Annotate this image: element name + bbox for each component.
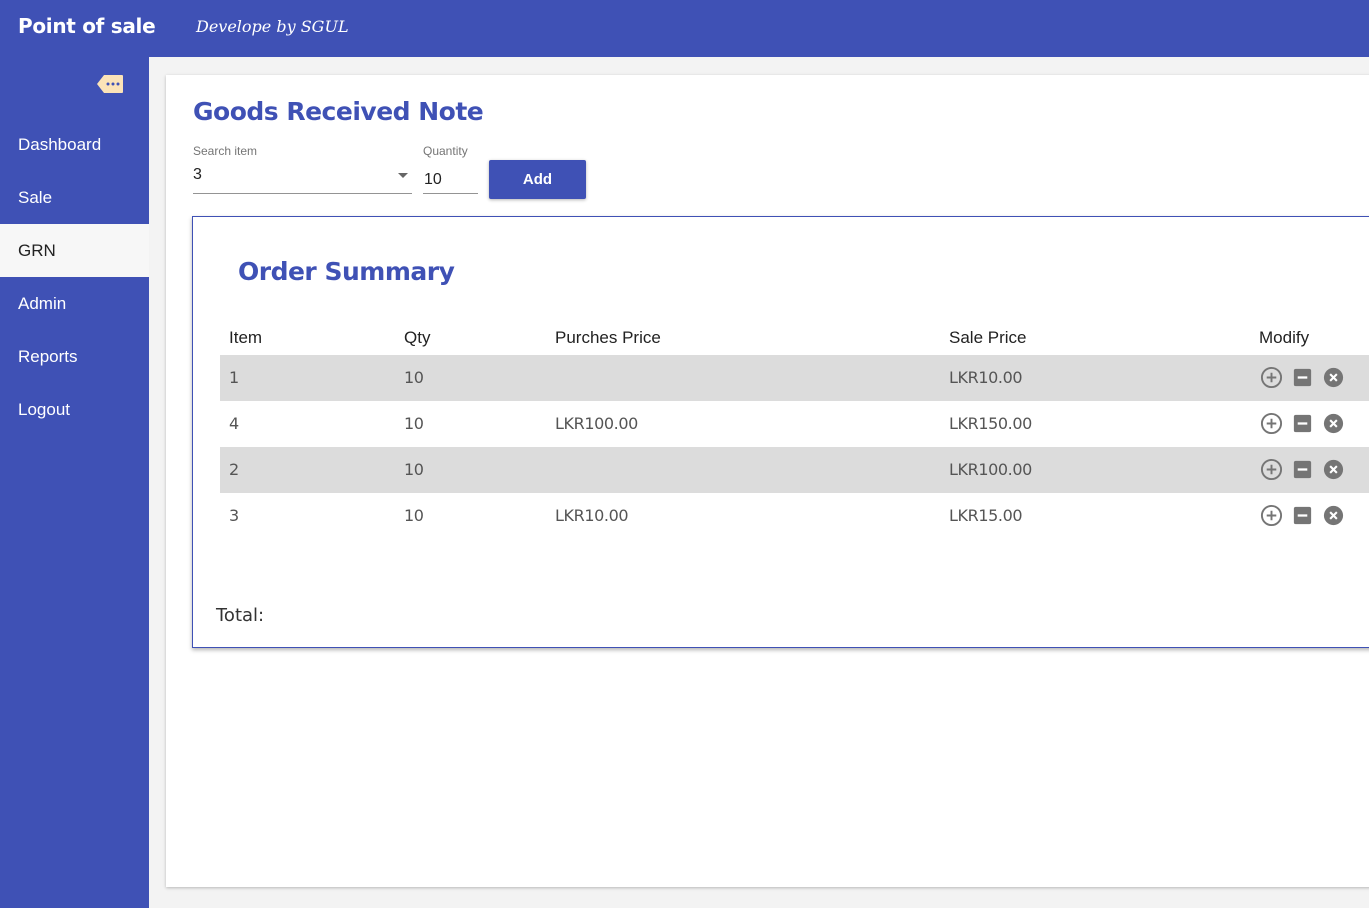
purchase-price-cell: LKR100.00 <box>555 414 638 433</box>
search-item-label: Search item <box>193 144 258 158</box>
add-button[interactable]: Add <box>489 160 586 199</box>
purchase-price-cell: LKR10.00 <box>555 506 629 525</box>
order-summary-card: Order Summary Item Qty Purches Price Sal… <box>192 216 1369 648</box>
table-row: 2 10 LKR100.00 <box>220 447 1369 493</box>
sale-price-cell: LKR10.00 <box>949 368 1023 387</box>
sidebar-item-logout[interactable]: Logout <box>0 383 149 436</box>
add-quantity-icon[interactable] <box>1260 458 1283 481</box>
delete-item-icon[interactable] <box>1322 412 1345 435</box>
page-title: Goods Received Note <box>193 97 484 126</box>
remove-quantity-icon[interactable] <box>1291 504 1314 527</box>
app-title: Point of sale <box>18 14 156 38</box>
total-label: Total: <box>216 605 265 626</box>
sidebar-item-dashboard[interactable]: Dashboard <box>0 118 149 171</box>
add-quantity-icon[interactable] <box>1260 412 1283 435</box>
qty-cell: 10 <box>404 368 424 387</box>
delete-item-icon[interactable] <box>1322 504 1345 527</box>
item-cell: 4 <box>229 414 239 433</box>
table-row: 3 10 LKR10.00 LKR15.00 <box>220 493 1369 539</box>
table-row: 4 10 LKR100.00 LKR150.00 <box>220 401 1369 447</box>
remove-quantity-icon[interactable] <box>1291 458 1314 481</box>
remove-quantity-icon[interactable] <box>1291 412 1314 435</box>
table-row: 1 10 LKR10.00 <box>220 355 1369 401</box>
order-summary-title: Order Summary <box>238 257 455 286</box>
sidebar-item-admin[interactable]: Admin <box>0 277 149 330</box>
column-header-modify: Modify <box>1259 328 1310 347</box>
add-quantity-icon[interactable] <box>1260 366 1283 389</box>
qty-cell: 10 <box>404 460 424 479</box>
sale-price-cell: LKR150.00 <box>949 414 1032 433</box>
sidebar-item-sale[interactable]: Sale <box>0 171 149 224</box>
column-header-qty: Qty <box>404 328 431 347</box>
qty-cell: 10 <box>404 506 424 525</box>
sidebar-item-reports[interactable]: Reports <box>0 330 149 383</box>
remove-quantity-icon[interactable] <box>1291 366 1314 389</box>
label-more-icon <box>97 75 123 93</box>
delete-item-icon[interactable] <box>1322 366 1345 389</box>
sidebar: Dashboard Sale GRN Admin Reports Logout <box>0 57 149 908</box>
sidebar-item-grn[interactable]: GRN <box>0 224 149 277</box>
column-header-sale-price: Sale Price <box>949 328 1027 347</box>
add-quantity-icon[interactable] <box>1260 504 1283 527</box>
collapse-sidebar-button[interactable] <box>96 74 124 94</box>
top-app-bar: Point of sale Develope by SGUL <box>0 0 1369 57</box>
item-cell: 1 <box>229 368 239 387</box>
dropdown-arrow-icon <box>398 173 408 178</box>
item-cell: 2 <box>229 460 239 479</box>
search-item-value: 3 <box>193 166 202 183</box>
quantity-label: Quantity <box>423 144 468 158</box>
sale-price-cell: LKR15.00 <box>949 506 1023 525</box>
item-cell: 3 <box>229 506 239 525</box>
column-header-purchase-price: Purches Price <box>555 328 661 347</box>
quantity-input[interactable] <box>423 160 478 194</box>
column-header-item: Item <box>229 328 263 347</box>
qty-cell: 10 <box>404 414 424 433</box>
sale-price-cell: LKR100.00 <box>949 460 1032 479</box>
app-subtitle: Develope by SGUL <box>196 17 349 36</box>
delete-item-icon[interactable] <box>1322 458 1345 481</box>
search-item-select[interactable]: 3 <box>193 160 412 194</box>
